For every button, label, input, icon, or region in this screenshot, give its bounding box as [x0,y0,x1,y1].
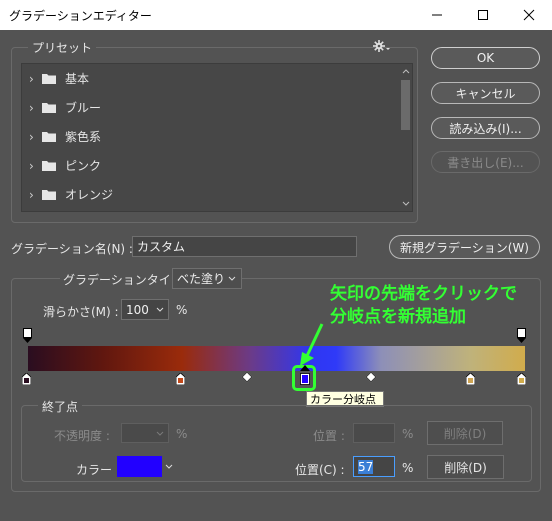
folder-icon [42,74,56,84]
chevron-down-icon [156,431,164,436]
close-button[interactable] [506,0,552,30]
gradient-type-value: べた塗り [177,272,226,286]
minimize-button[interactable] [414,0,460,30]
gradient-name-label: グラデーション名(N) : [11,242,133,256]
chevron-right-icon[interactable]: › [29,101,34,115]
preset-folder-label: ブルー [65,101,102,115]
gradient-preview-bar[interactable] [28,346,525,371]
annotation-line-1: 矢印の先端をクリックで [330,284,517,304]
opacity-position-input[interactable] [353,423,395,443]
position-label: 位置(C) : [295,463,345,477]
window-title: グラデーションエディター [9,9,152,23]
opacity-unit: % [176,427,188,441]
ok-button[interactable]: OK [431,47,540,69]
opacity-stop-pointer [517,338,526,343]
gradient-name-input[interactable]: カスタム [132,236,357,257]
close-icon [523,9,535,21]
presets-legend: プリセット [28,39,97,56]
preset-folder-label: 基本 [65,72,90,86]
gradient-editor-window: グラデーションエディター プリセット › 基本 › ブルー › 紫色系 › ピン… [0,0,552,521]
smoothness-unit: % [176,303,188,317]
load-button[interactable]: 読み込み(I)... [431,117,540,139]
chevron-down-icon[interactable] [165,464,173,470]
maximize-button[interactable] [460,0,506,30]
selected-stop-pointer [300,365,310,371]
cancel-button[interactable]: キャンセル [431,82,540,104]
color-swatch[interactable] [117,456,162,477]
folder-icon [42,161,56,171]
position-value: 57 [358,459,374,474]
opacity-input[interactable] [121,423,169,443]
color-stop-selected[interactable] [300,373,310,385]
color-stop[interactable] [516,372,527,386]
chevron-right-icon[interactable]: › [29,130,34,144]
opacity-label: 不透明度 : [54,429,110,443]
smoothness-value: 100 [126,302,149,317]
preset-folder-basic[interactable]: › 基本 [22,64,398,93]
minimize-icon [432,14,442,16]
delete-color-stop-button[interactable]: 削除(D) [427,455,504,479]
preset-list: › 基本 › ブルー › 紫色系 › ピンク › オレンジ [21,63,413,212]
opacity-stop-left[interactable] [23,328,32,338]
color-stop[interactable] [465,372,476,386]
position-input[interactable]: 57 [353,456,395,477]
new-gradient-button[interactable]: 新規グラデーション(W) [389,235,540,259]
folder-icon [42,103,56,113]
gear-icon[interactable] [372,39,390,56]
save-button[interactable]: 書き出し(E)... [431,151,540,173]
opacity-stop-pointer [23,338,32,343]
preset-scrollbar[interactable] [399,64,412,211]
delete-opacity-stop-button[interactable]: 削除(D) [427,421,503,445]
chevron-right-icon[interactable]: › [29,188,34,202]
opacity-stop-right[interactable] [517,328,526,338]
annotation-arrow [300,323,324,366]
maximize-icon [478,10,488,20]
folder-icon [42,132,56,142]
smoothness-input[interactable]: 100 [121,299,169,320]
color-stop[interactable] [175,372,186,386]
preset-folder-blue[interactable]: › ブルー [22,93,398,122]
preset-folder-purple[interactable]: › 紫色系 [22,122,398,151]
gradient-type-select[interactable]: べた塗り [172,268,242,289]
color-label: カラー : [76,463,120,477]
scroll-down-icon[interactable] [402,201,410,207]
color-stop[interactable] [21,372,32,386]
scroll-up-icon[interactable] [402,68,410,74]
opacity-position-label: 位置 : [313,429,345,443]
preset-folder-pink[interactable]: › ピンク [22,151,398,180]
folder-icon [42,190,56,200]
preset-folder-label: オレンジ [65,188,114,202]
chevron-right-icon[interactable]: › [29,72,34,86]
annotation-line-2: 分岐点を新規追加 [330,307,466,327]
chevron-down-icon [228,276,236,281]
preset-folder-orange[interactable]: › オレンジ [22,180,398,209]
annotation-text: 矢印の先端をクリックで 分岐点を新規追加 [330,283,517,329]
scrollbar-thumb[interactable] [401,80,410,130]
position-unit: % [402,461,414,475]
title-bar: グラデーションエディター [0,0,552,30]
chevron-down-icon[interactable] [156,307,164,313]
preset-folder-label: 紫色系 [65,130,102,144]
chevron-right-icon[interactable]: › [29,159,34,173]
opacity-position-unit: % [402,427,414,441]
smoothness-label: 滑らかさ(M) : [43,305,119,319]
preset-folder-label: ピンク [65,159,102,173]
stops-legend: 終了点 [38,398,83,415]
